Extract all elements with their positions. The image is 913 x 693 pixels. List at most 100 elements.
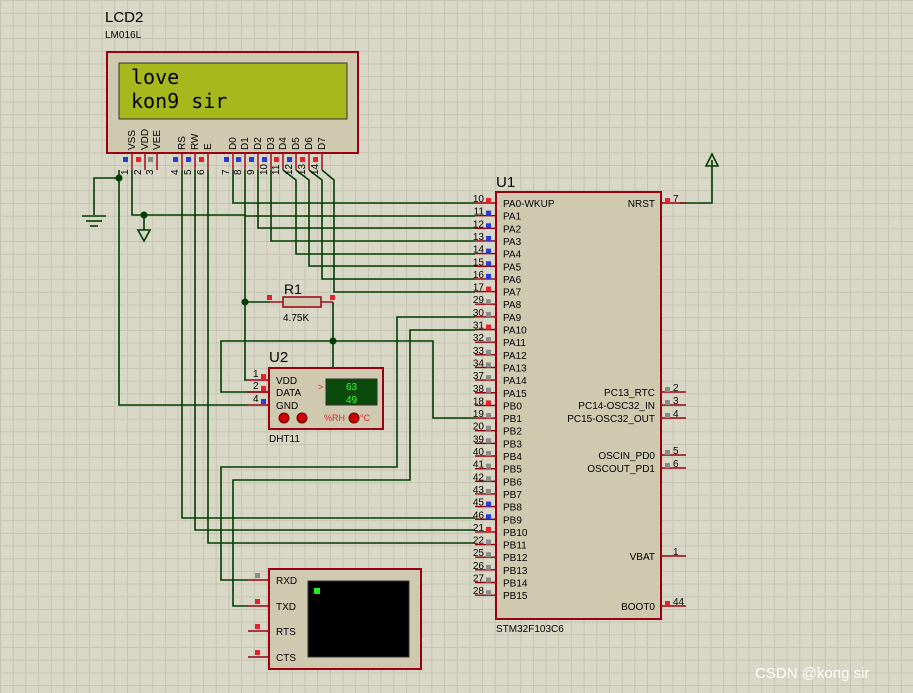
- mcu-pin-number: 12: [473, 219, 485, 230]
- mcu-pin-name: PA13: [503, 363, 527, 374]
- mcu-pin-number: 43: [473, 485, 485, 496]
- dht11-button-icon[interactable]: [348, 412, 360, 424]
- wire-d2: [257, 170, 475, 229]
- dht11-pin-number: 1: [253, 369, 259, 380]
- mcu-pin-name: PA10: [503, 326, 527, 337]
- lcd-pin-number: 6: [196, 169, 207, 175]
- pin-state-marker: [261, 386, 266, 391]
- pin-state-marker: [486, 413, 491, 419]
- pin-state-marker: [486, 210, 491, 216]
- mcu-pin-name: PC14-OSC32_IN: [578, 401, 655, 412]
- dht11-pin-number: 2: [253, 381, 259, 392]
- dht11-humidity: 49: [346, 395, 358, 406]
- lcd-pin-number: 5: [183, 169, 194, 175]
- pin-state-marker: [486, 400, 491, 406]
- lcd-pin-number: 9: [246, 169, 257, 175]
- mcu-pin-name: PC15-OSC32_OUT: [567, 414, 655, 425]
- mcu-pin-name: PA12: [503, 351, 527, 362]
- mcu-pin-number: 37: [473, 371, 485, 382]
- pin-state-marker: [665, 387, 670, 392]
- mcu-pin-number: 10: [473, 194, 485, 205]
- lcd-pin-name: D3: [266, 137, 277, 150]
- mcu-pin-name: PC13_RTC: [604, 388, 655, 399]
- lcd-pin-name: D0: [228, 137, 239, 150]
- lcd-line-2: kon9 sir: [131, 89, 227, 113]
- terminal-pin-name: RTS: [276, 627, 296, 638]
- pin-state-marker: [287, 157, 292, 162]
- mcu-model: STM32F103C6: [496, 624, 564, 635]
- dht11-button-icon[interactable]: [278, 412, 290, 424]
- pin-state-marker: [486, 552, 491, 558]
- mcu-pin-name: PB4: [503, 452, 522, 463]
- pin-state-marker: [186, 157, 191, 162]
- pin-state-marker: [173, 157, 178, 162]
- lcd-pin-number: 7: [221, 169, 232, 175]
- mcu-pin-name: PB3: [503, 439, 522, 450]
- dht11-rh-label: %RH: [324, 413, 345, 423]
- mcu-pin-number: 40: [473, 447, 485, 458]
- lcd-pin-number: 10: [259, 163, 270, 175]
- mcu-pin-number: 5: [673, 446, 679, 457]
- mcu-pin-number: 4: [673, 409, 679, 420]
- stm32-mcu[interactable]: U1 10 PA0-WKUP11 PA112 PA213 PA314 PA415 PA516…: [473, 174, 686, 635]
- pin-state-marker: [261, 399, 266, 404]
- pin-state-marker: [665, 601, 670, 606]
- mcu-pin-number: 31: [473, 321, 485, 332]
- mcu-pin-name: PA8: [503, 300, 522, 311]
- mcu-pin-name: PA11: [503, 338, 526, 349]
- r1-value: 4.75K: [283, 313, 309, 324]
- dht11-sensor[interactable]: U2 1 VDD 2 DATA 4 GND > 63 49 %RH °C DHT11: [247, 349, 384, 445]
- mcu-pin-name: PA9: [503, 313, 522, 324]
- mcu-pin-number: 21: [473, 523, 485, 534]
- pin-state-marker: [665, 400, 670, 405]
- r1-ref: R1: [284, 281, 302, 297]
- junction: [140, 211, 148, 219]
- mcu-pin-number: 32: [473, 333, 485, 344]
- virtual-terminal[interactable]: RXD TXD RTS CTS: [248, 568, 422, 670]
- pin-state-marker: [255, 599, 260, 604]
- pin-state-marker: [313, 157, 318, 162]
- junction: [241, 298, 249, 306]
- mcu-pin-name: NRST: [628, 199, 655, 210]
- mcu-pin-number: 45: [473, 498, 485, 509]
- dht11-button-icon[interactable]: [296, 412, 308, 424]
- mcu-pin-number: 41: [473, 460, 485, 471]
- lcd-pin-name: RW: [190, 133, 201, 150]
- pin-state-marker: [486, 198, 491, 203]
- pin-state-marker: [255, 650, 260, 655]
- mcu-pin-number: 30: [473, 308, 485, 319]
- mcu-pin-name: PB12: [503, 553, 528, 564]
- lcd-module[interactable]: LCD2 LM016L love kon9 sir VSS 1 VDD 2 VEE 3 RS…: [105, 9, 359, 175]
- mcu-pin-name: PA1: [503, 212, 522, 223]
- mcu-pin-name: PA2: [503, 224, 522, 235]
- mcu-pin-name: PB2: [503, 427, 522, 438]
- pin-state-marker: [486, 451, 491, 456]
- dht11-pin-name: GND: [276, 401, 298, 412]
- pin-state-marker: [486, 261, 491, 267]
- lcd-ref: LCD2: [105, 9, 143, 26]
- mcu-pin-name: PB7: [503, 490, 522, 501]
- pin-state-marker: [486, 375, 491, 381]
- mcu-pin-name: PA14: [503, 376, 527, 387]
- lcd-pin-number: 12: [284, 163, 295, 175]
- mcu-pin-number: 34: [473, 358, 485, 369]
- pin-state-marker: [486, 235, 491, 241]
- pin-state-marker: [486, 463, 491, 469]
- dht11-ref: U2: [269, 349, 288, 366]
- resistor-r1[interactable]: R1 4.75K: [267, 281, 335, 324]
- mcu-pin-name: PA0-WKUP: [503, 199, 555, 210]
- junction: [329, 337, 337, 345]
- mcu-pin-number: 26: [473, 561, 485, 572]
- mcu-pin-number: 42: [473, 472, 485, 483]
- pin-state-marker: [665, 198, 670, 203]
- pin-state-marker: [300, 157, 305, 162]
- mcu-pin-number: 20: [473, 422, 485, 433]
- lcd-pin-number: 13: [297, 163, 308, 175]
- mcu-pin-number: 14: [473, 245, 485, 256]
- power-terminal-icon: [704, 152, 720, 167]
- terminal-pin-name: RXD: [276, 576, 297, 587]
- pin-state-marker: [199, 157, 204, 162]
- mcu-pin-name: OSCIN_PD0: [598, 451, 655, 462]
- mcu-pin-name: PA4: [503, 250, 522, 261]
- lcd-pin-name: D5: [291, 137, 302, 150]
